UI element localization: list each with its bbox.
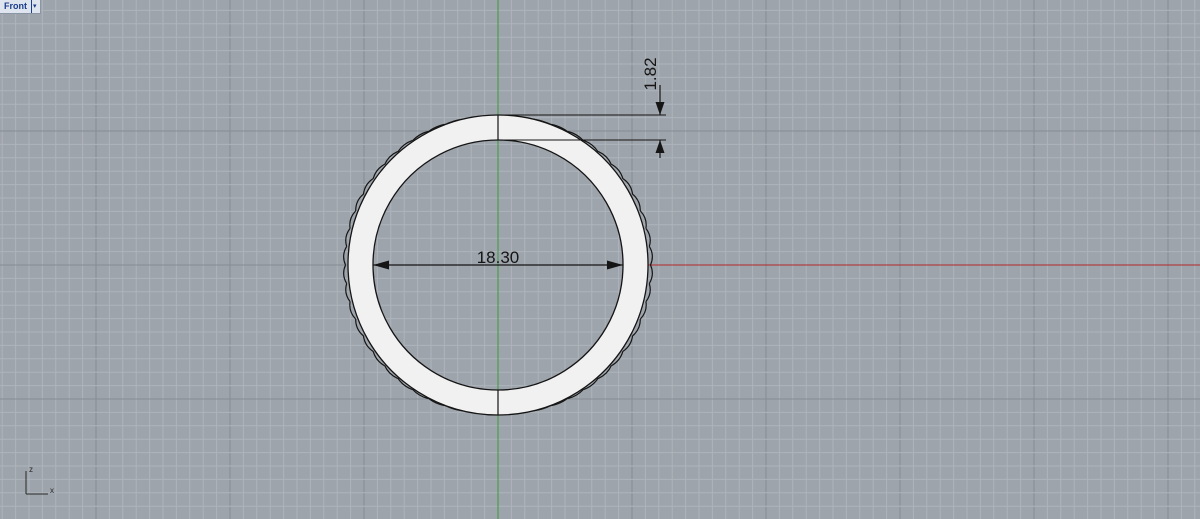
axis-icon-x-label: x	[50, 486, 54, 495]
arrowhead-left	[373, 260, 389, 270]
thickness-arrow-up	[655, 140, 665, 153]
viewport-title-tab[interactable]: Front ▾	[0, 0, 41, 14]
viewport-canvas[interactable]: 18.30 1.82 z x	[0, 0, 1200, 519]
chevron-down-icon[interactable]: ▾	[31, 0, 37, 13]
diameter-label: 18.30	[477, 248, 520, 267]
construction-grid	[0, 0, 1200, 519]
thickness-label: 1.82	[641, 57, 660, 90]
world-axes-icon: z x	[25, 465, 54, 495]
axis-icon-z-label: z	[29, 465, 33, 474]
viewport-title[interactable]: Front	[4, 0, 27, 13]
thickness-arrow-down	[655, 102, 665, 115]
front-viewport[interactable]: 18.30 1.82 z x Front ▾	[0, 0, 1200, 519]
arrowhead-right	[607, 260, 623, 270]
